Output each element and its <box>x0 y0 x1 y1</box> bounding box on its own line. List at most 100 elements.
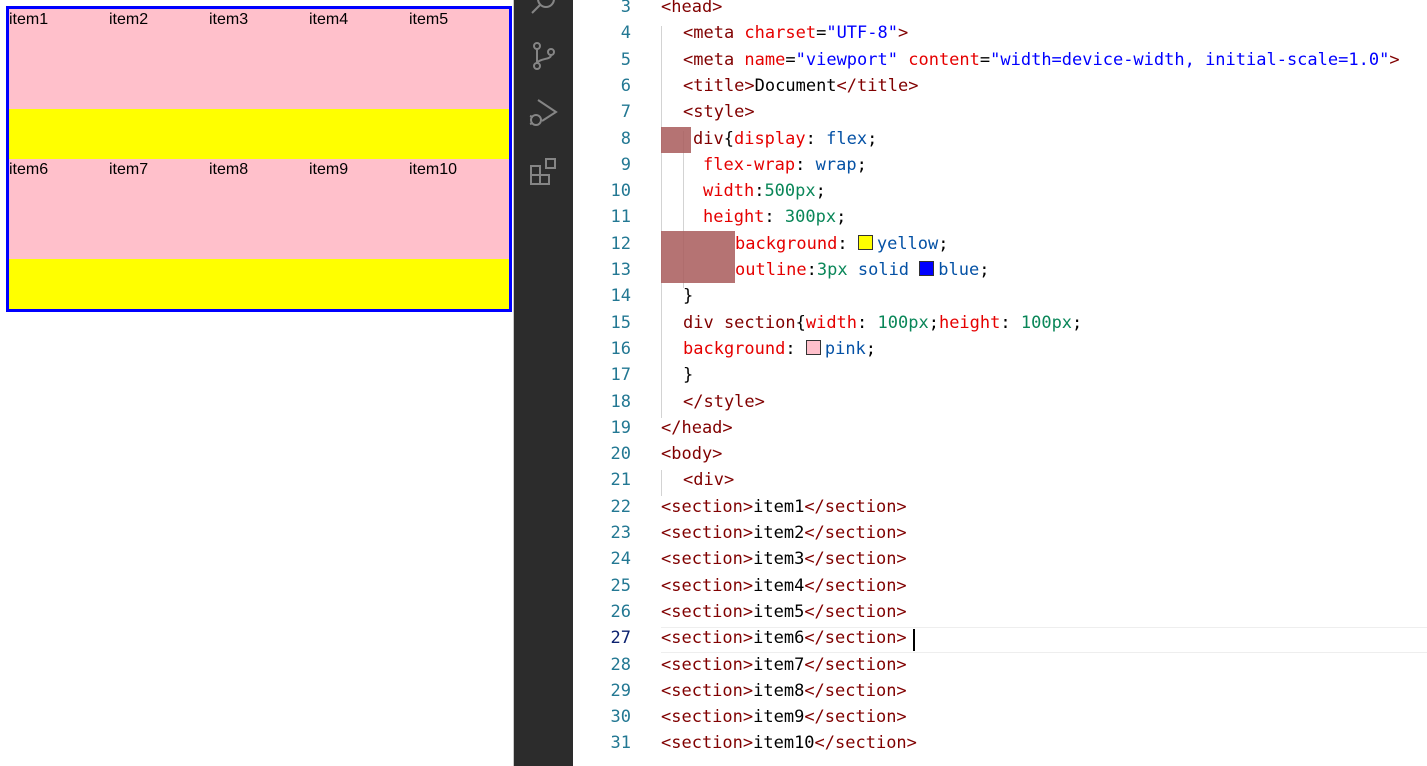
code-token: item9 <box>753 707 805 728</box>
code-text: <section>item1</section> <box>661 494 907 520</box>
color-swatch[interactable] <box>919 261 935 276</box>
code-line[interactable]: 21 <div> <box>573 467 1427 493</box>
code-text: <title>Document</title> <box>683 73 918 99</box>
code-token: </section> <box>804 654 907 675</box>
code-line[interactable]: 20 <body> <box>573 441 1427 467</box>
line-number: 21 <box>610 470 631 491</box>
code-line[interactable]: 3 <head> <box>573 0 1427 20</box>
code-token: 3px <box>816 260 848 280</box>
code-token: item3 <box>753 549 805 570</box>
code-line[interactable]: 9 flex-wrap: wrap; <box>573 152 1427 178</box>
code-token: > <box>1389 49 1400 70</box>
code-token: item5 <box>753 601 805 622</box>
code-token: <title> <box>683 75 755 96</box>
code-text: div section{width: 100px;height: 100px; <box>683 310 1082 336</box>
line-number: 8 <box>620 128 631 149</box>
code-line[interactable]: 7 <style> <box>573 99 1427 125</box>
line-number: 7 <box>620 102 631 123</box>
code-token: pink <box>824 338 866 359</box>
code-line[interactable]: 12 background: yellow; <box>573 231 1427 257</box>
code-token: </style> <box>683 391 765 412</box>
code-text: <section>item5</section> <box>661 599 907 625</box>
code-token: = <box>816 23 827 44</box>
code-token: </section> <box>804 601 907 622</box>
code-line[interactable]: 17} <box>573 362 1427 388</box>
code-line[interactable]: 27 <section>item6</section> <box>573 625 1427 651</box>
code-token: content <box>908 49 980 70</box>
line-number: 6 <box>620 75 631 96</box>
code-line[interactable]: 23 <section>item2</section> <box>573 520 1427 546</box>
code-line[interactable]: 6 <title>Document</title> <box>573 73 1427 99</box>
code-text: </style> <box>683 389 765 415</box>
code-text: width:500px; <box>703 178 826 204</box>
code-token: item4 <box>753 575 805 596</box>
code-line[interactable]: 5 <meta name="viewport" content="width=de… <box>573 47 1427 73</box>
code-token: charset <box>744 23 817 44</box>
code-line[interactable]: 29 <section>item8</section> <box>573 678 1427 704</box>
code-token: : <box>754 181 765 202</box>
code-token: 300px <box>784 207 837 228</box>
source-control-icon[interactable] <box>528 40 560 72</box>
code-token: = <box>785 49 796 70</box>
code-token: <section> <box>661 575 754 596</box>
code-line[interactable]: 10 width:500px; <box>573 178 1427 204</box>
code-text: outline:3px solid blue; <box>735 257 989 283</box>
code-token: item8 <box>753 680 805 701</box>
color-swatch[interactable] <box>857 234 873 250</box>
code-line[interactable]: 25 <section>item4</section> <box>573 573 1427 599</box>
code-line[interactable]: 4 <meta charset="UTF-8"> <box>573 20 1427 46</box>
code-token: solid <box>847 260 920 280</box>
flex-item: item7 <box>109 159 209 259</box>
code-token: <section> <box>661 707 754 728</box>
code-token: ; <box>928 312 939 333</box>
line-number: 20 <box>610 444 631 465</box>
code-token: <style> <box>683 102 755 123</box>
line-number: 19 <box>610 417 631 438</box>
extensions-icon[interactable] <box>528 156 560 188</box>
code-line[interactable]: 14} <box>573 283 1427 309</box>
line-number: 10 <box>610 181 631 202</box>
code-token: <head> <box>661 0 723 17</box>
activity-bar <box>514 0 573 766</box>
code-token: = <box>979 49 991 70</box>
code-line[interactable]: 22 <section>item1</section> <box>573 494 1427 520</box>
code-token: } <box>683 365 694 386</box>
code-text: div{display: flex; <box>693 126 877 152</box>
code-line[interactable]: 24 <section>item3</section> <box>573 546 1427 572</box>
code-text: <body> <box>661 441 722 467</box>
code-token: </section> <box>804 628 907 649</box>
flex-item: item6 <box>9 159 109 259</box>
code-line[interactable]: 30 <section>item9</section> <box>573 704 1427 730</box>
line-number: 13 <box>610 260 631 280</box>
code-token: </section> <box>804 549 907 570</box>
code-text: <section>item4</section> <box>661 573 907 599</box>
line-number: 26 <box>610 601 631 622</box>
text-cursor <box>913 629 915 651</box>
code-token: </section> <box>814 733 917 754</box>
code-token: <div> <box>683 470 735 491</box>
code-line[interactable]: 16 background: pink; <box>573 336 1427 362</box>
code-line[interactable]: 8 div{display: flex; <box>573 126 1427 152</box>
code-text: flex-wrap: wrap; <box>703 152 867 178</box>
run-debug-icon[interactable] <box>528 96 560 128</box>
code-line[interactable]: 31 <section>item10</section> <box>573 730 1427 756</box>
code-text: } <box>683 283 693 309</box>
code-token: { <box>795 312 806 333</box>
code-editor[interactable]: 3 <head> 4 <meta charset="UTF-8"> 5 <meta nam… <box>573 0 1427 766</box>
flex-item: item5 <box>409 9 509 109</box>
code-token: div <box>693 128 724 149</box>
code-line[interactable]: 11 height: 300px; <box>573 204 1427 230</box>
code-line[interactable]: 13 outline:3px solid blue; <box>573 257 1427 283</box>
code-token: <section> <box>661 654 754 675</box>
code-text: <section>item7</section> <box>661 652 907 678</box>
code-token: ; <box>836 207 847 228</box>
code-line[interactable]: 19 </head> <box>573 415 1427 441</box>
code-token: </head> <box>661 417 733 438</box>
code-line[interactable]: 26 <section>item5</section> <box>573 599 1427 625</box>
code-line[interactable]: 28 <section>item7</section> <box>573 652 1427 678</box>
code-line[interactable]: 18 </style> <box>573 389 1427 415</box>
code-line[interactable]: 15 div section{width: 100px;height: 100px… <box>573 310 1427 336</box>
color-swatch[interactable] <box>805 339 821 355</box>
search-icon[interactable] <box>528 0 560 18</box>
